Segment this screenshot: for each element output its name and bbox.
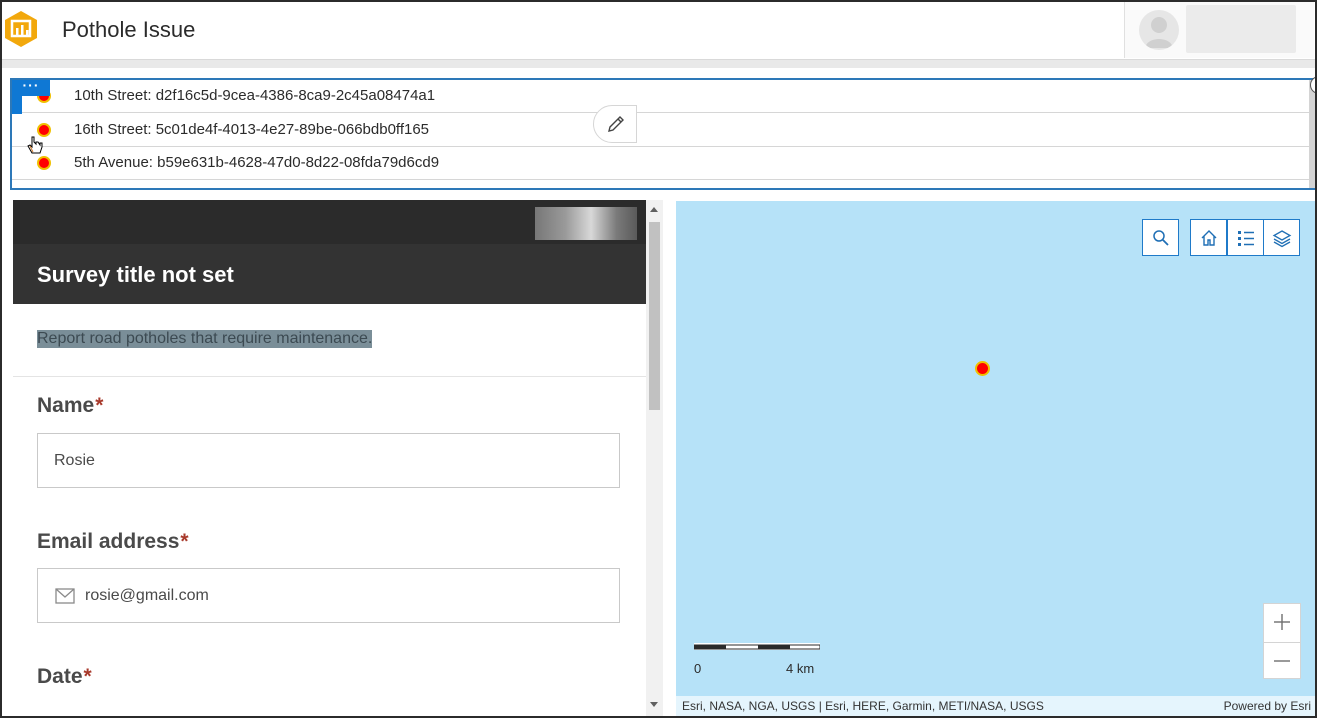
list-item-label: 10th Street: d2f16c5d-9cea-4386-8ca9-2c4… [74,87,436,104]
question-label-date: Date* [37,665,92,689]
list-item[interactable]: 10th Street: d2f16c5d-9cea-4386-8ca9-2c4… [12,80,1312,113]
zoom-out-button[interactable] [1264,642,1300,679]
list-item-label: 5th Avenue: b59e631b-4628-47d0-8d22-08fd… [74,154,440,171]
map-home-button[interactable] [1190,219,1227,256]
header-separator [0,60,1317,68]
app-title: Pothole Issue [62,17,196,42]
survey-logo [535,207,637,240]
scale-start-label: 0 [694,661,702,676]
question-label-email: Email address* [37,530,189,554]
point-symbol-icon [37,156,51,170]
survey-title-bar: Survey title not set [13,244,646,304]
survey-title: Survey title not set [37,262,234,287]
avatar[interactable] [1139,10,1179,50]
required-marker: * [180,530,189,553]
zoom-in-button[interactable] [1264,604,1300,641]
survey-scrollbar[interactable] [646,200,663,718]
survey-description: Report road potholes that require mainte… [37,330,373,348]
list-item[interactable]: 5th Avenue: b59e631b-4628-47d0-8d22-08fd… [12,147,1312,180]
email-field[interactable]: rosie@gmail.com [37,568,620,623]
name-field-value: Rosie [54,452,95,469]
map-search-button[interactable] [1142,219,1179,256]
required-marker: * [95,394,104,417]
attribution-text[interactable]: Esri, NASA, NGA, USGS | Esri, HERE, Garm… [682,699,1044,713]
scroll-down-icon[interactable] [650,702,658,707]
map-legend-button[interactable] [1227,219,1264,256]
question-label-text: Date [37,665,83,688]
app-logo-icon [5,11,37,47]
map-attribution: Esri, NASA, NGA, USGS | Esri, HERE, Garm… [676,696,1315,716]
search-icon [1153,230,1169,246]
scale-bar [694,643,820,650]
pencil-icon [608,116,624,132]
list-scrollbar[interactable] [1309,80,1315,188]
scale-end-label: 4 km [786,661,815,676]
mail-icon [55,588,75,604]
plus-icon [1274,614,1290,630]
map-view[interactable]: 0 4 km Esri, NASA, NGA, USGS | Esri, HER… [676,201,1315,716]
user-name-redacted [1186,5,1296,53]
survey-form-panel: Survey title not set Report road pothole… [13,200,646,718]
email-field-value: rosie@gmail.com [85,587,209,604]
scroll-up-icon[interactable] [650,207,658,212]
user-menu[interactable] [1124,2,1314,58]
scrollbar-thumb[interactable] [649,222,660,410]
question-label-text: Name [37,394,95,417]
name-field[interactable]: Rosie [37,433,620,488]
survey-header-bar [13,200,646,244]
feature-list-panel: 10th Street: d2f16c5d-9cea-4386-8ca9-2c4… [10,76,1317,190]
layers-icon [1272,230,1292,248]
list-item-label: 16th Street: 5c01de4f-4013-4e27-89be-066… [74,121,430,138]
home-icon [1201,230,1217,246]
legend-icon [1238,231,1254,246]
user-icon [1145,17,1173,48]
zoom-control [1263,603,1301,679]
question-label-text: Email address [37,530,180,553]
edit-button[interactable] [593,105,637,143]
map-layers-button[interactable] [1263,219,1300,256]
required-marker: * [83,665,92,688]
question-label-name: Name* [37,394,103,418]
divider [13,376,646,377]
minus-icon [1274,660,1290,662]
more-options-tab [12,96,22,114]
powered-by-link[interactable]: Powered by Esri [1224,699,1311,713]
list-item[interactable]: 16th Street: 5c01de4f-4013-4e27-89be-066… [12,114,1312,147]
hand-cursor-icon [27,136,43,154]
more-options-button[interactable]: ··· [12,78,50,96]
map-feature-point[interactable] [975,361,990,376]
app-header: Pothole Issue [0,0,1317,60]
